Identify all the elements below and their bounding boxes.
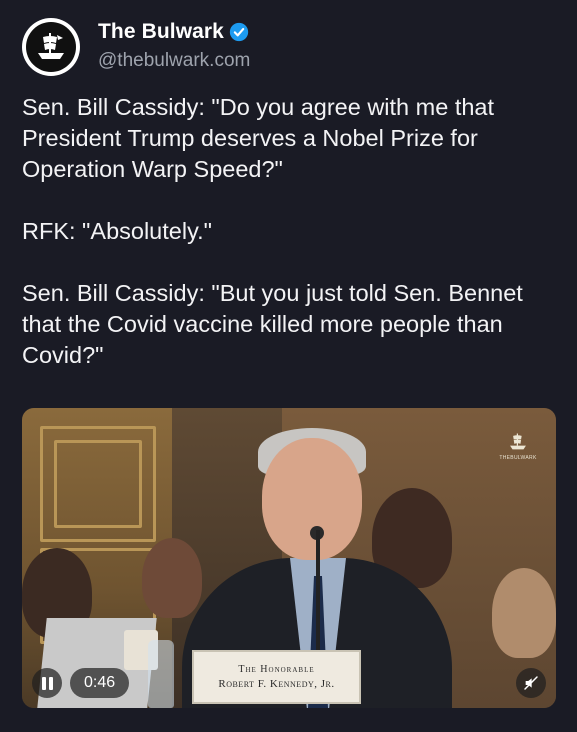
handle[interactable]: @thebulwark.com [98,50,250,72]
mute-button[interactable] [516,668,546,698]
watermark-logo: THEBULWARK [498,430,538,466]
water-bottle [148,640,174,708]
video-player[interactable]: The Honorable Robert F. Kennedy, Jr. THE… [22,408,556,708]
pirate-ship-logo-icon [38,33,64,59]
microphone [316,530,320,660]
speaker-muted-icon [524,676,538,690]
avatar[interactable] [22,18,80,76]
playback-controls: 0:46 [32,668,130,698]
verified-badge-icon [229,22,249,42]
display-name[interactable]: The Bulwark [98,20,224,44]
speaker-head [262,438,362,560]
nameplate: The Honorable Robert F. Kennedy, Jr. [192,650,361,704]
tweet-text: Sen. Bill Cassidy: "Do you agree with me… [22,94,523,368]
tweet-header: The Bulwark @thebulwark.com [22,18,250,76]
pirate-ship-logo-icon [510,433,526,450]
pause-icon [41,676,53,690]
audience-person [142,538,202,618]
audience-person [492,568,556,658]
pause-button[interactable] [32,668,62,698]
elapsed-time: 0:46 [70,668,130,698]
